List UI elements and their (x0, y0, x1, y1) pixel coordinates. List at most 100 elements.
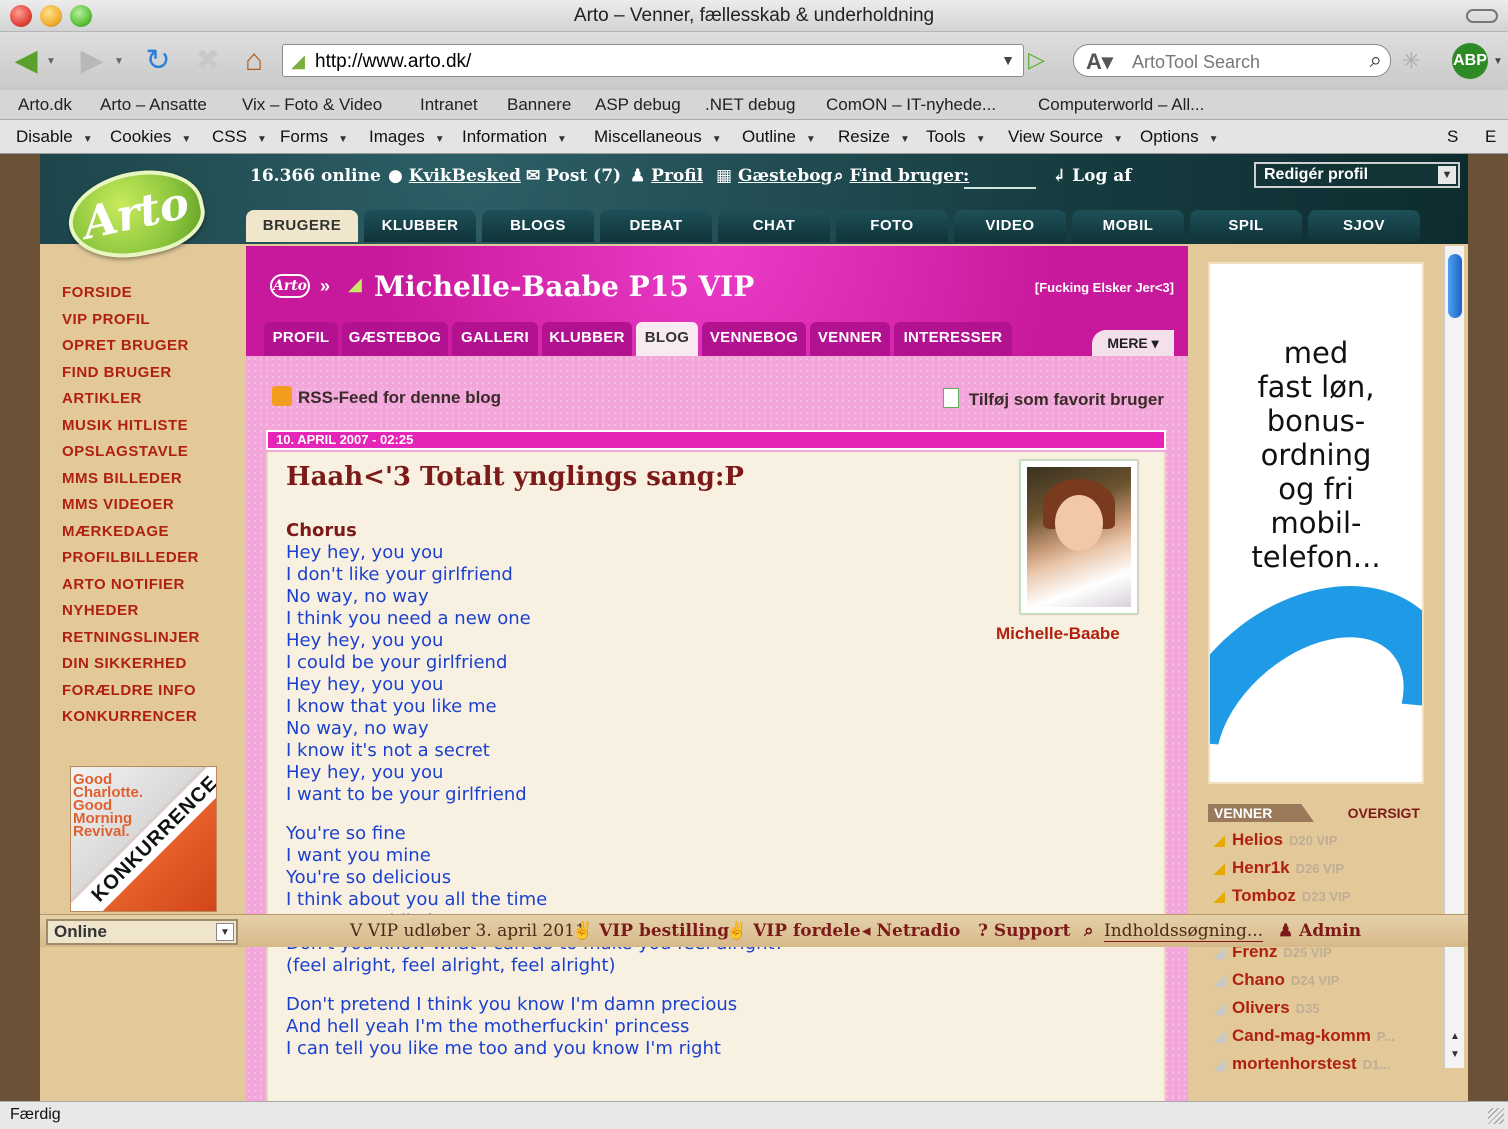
find-user-input[interactable] (964, 187, 1036, 189)
support-link[interactable]: ? Support (978, 921, 1070, 941)
bookmark-computerworld[interactable]: Computerworld – All... (1038, 95, 1204, 115)
konkurrence-promo-image[interactable]: Good Charlotte. Good Morning Revival. KO… (70, 766, 217, 912)
arto-small-logo[interactable]: Arto (270, 274, 310, 298)
url-bar[interactable]: ◢ http://www.arto.dk/ ▼ (282, 44, 1024, 77)
dev-menu-tools[interactable]: Tools ▼ (926, 127, 986, 147)
toolbar-toggle-button[interactable] (1466, 9, 1498, 23)
gaestebog-link[interactable]: ▦ Gæstebog (716, 166, 832, 186)
search-engine-icon[interactable]: A▾ (1086, 49, 1113, 75)
online-status-select[interactable]: Online ▼ (46, 919, 238, 945)
scrollbar-thumb[interactable] (1448, 254, 1462, 318)
author-name-link[interactable]: Michelle-Baabe (996, 624, 1120, 644)
friend-item[interactable]: ◢ Chano D24 VIP (1214, 970, 1339, 990)
dev-menu-disable[interactable]: Disable ▼ (16, 127, 93, 147)
tab-video[interactable]: VIDEO (954, 210, 1066, 242)
more-tabs-button[interactable]: MERE ▾ (1092, 330, 1174, 356)
log-af-link[interactable]: ↲ Log af (1052, 166, 1132, 186)
sidebar-item-din-sikkerhed[interactable]: DIN SIKKERHED (62, 655, 187, 672)
tab-foto[interactable]: FOTO (836, 210, 948, 242)
adblock-plus-icon[interactable]: ABP (1452, 43, 1488, 79)
friend-item[interactable]: ◢ Cand-mag-komm P... (1214, 1026, 1395, 1046)
profil-link[interactable]: ♟ Profil (630, 166, 703, 186)
rss-feed-link[interactable]: RSS-Feed for denne blog (272, 386, 501, 408)
bookmark-arto[interactable]: Arto.dk (18, 95, 72, 115)
post-link[interactable]: ✉ Post (7) (526, 166, 621, 186)
rediger-profil-select[interactable]: Redigér profil ▼ (1254, 162, 1460, 188)
dev-menu-miscellaneous[interactable]: Miscellaneous ▼ (594, 127, 722, 147)
dev-toolbar-s[interactable]: S (1447, 127, 1458, 147)
chevron-down-icon[interactable]: ▼ (1438, 166, 1456, 184)
sidebar-item-artikler[interactable]: ARTIKLER (62, 390, 142, 407)
tab-brugere[interactable]: BRUGERE (246, 210, 358, 242)
go-arrow-icon[interactable]: ▷ (1028, 46, 1054, 74)
dev-menu-resize[interactable]: Resize ▼ (838, 127, 910, 147)
tab-profil[interactable]: PROFIL (264, 322, 338, 356)
tab-chat[interactable]: CHAT (718, 210, 830, 242)
tab-spil[interactable]: SPIL (1190, 210, 1302, 242)
tab-klubber[interactable]: KLUBBER (364, 210, 476, 242)
bookmark-comon[interactable]: ComON – IT-nyhede... (826, 95, 996, 115)
tab-mobil[interactable]: MOBIL (1072, 210, 1184, 242)
search-icon[interactable]: ⌕ (1370, 47, 1382, 73)
resize-grip-icon[interactable] (1488, 1108, 1504, 1124)
forward-arrow-icon[interactable]: ▶ (74, 44, 110, 78)
sidebar-item-opslagstavle[interactable]: OPSLAGSTAVLE (62, 443, 188, 460)
sidebar-item-nyheder[interactable]: NYHEDER (62, 602, 139, 619)
sidebar-item-find-bruger[interactable]: FIND BRUGER (62, 364, 172, 381)
tab-sjov[interactable]: SJOV (1308, 210, 1420, 242)
tab-klubber-profile[interactable]: KLUBBER (542, 322, 632, 356)
vip-bestilling-link[interactable]: ✌ VIP bestilling (572, 921, 729, 941)
sidebar-item-mms-videoer[interactable]: MMS VIDEOER (62, 496, 174, 513)
search-field[interactable]: A▾ ArtoTool Search ⌕ (1073, 44, 1391, 77)
tab-galleri[interactable]: GALLERI (452, 322, 538, 356)
sidebar-item-maerkedage[interactable]: MÆRKEDAGE (62, 523, 169, 540)
chevron-down-icon[interactable]: ▼ (216, 923, 234, 941)
tab-gaestebog[interactable]: GÆSTEBOG (342, 322, 448, 356)
bookmark-net-debug[interactable]: .NET debug (705, 95, 795, 115)
dev-toolbar-e[interactable]: E (1485, 127, 1496, 147)
sidebar-item-konkurrencer[interactable]: KONKURRENCER (62, 708, 197, 725)
sidebar-item-foraeldre-info[interactable]: FORÆLDRE INFO (62, 682, 196, 699)
dev-menu-css[interactable]: CSS ▼ (212, 127, 267, 147)
bookmark-bannere[interactable]: Bannere (507, 95, 571, 115)
dev-menu-images[interactable]: Images ▼ (369, 127, 445, 147)
friend-item[interactable]: ◢ Henr1k D26 VIP (1214, 858, 1344, 878)
sidebar-item-vip-profil[interactable]: VIP PROFIL (62, 311, 150, 328)
back-arrow-icon[interactable]: ◀ (8, 44, 44, 78)
tab-debat[interactable]: DEBAT (600, 210, 712, 242)
tab-blog[interactable]: BLOG (636, 322, 698, 356)
sidebar-item-arto-notifier[interactable]: ARTO NOTIFIER (62, 576, 185, 593)
bookmark-arto-ansatte[interactable]: Arto – Ansatte (100, 95, 207, 115)
url-history-dropdown-icon[interactable]: ▼ (1001, 52, 1015, 68)
bookmark-vix[interactable]: Vix – Foto & Video (242, 95, 382, 115)
admin-link[interactable]: ♟ Admin (1278, 921, 1361, 941)
reload-icon[interactable]: ↻ (140, 44, 176, 78)
sidebar-item-mms-billeder[interactable]: MMS BILLEDER (62, 470, 182, 487)
tab-vennebog[interactable]: VENNEBOG (702, 322, 806, 356)
friend-item[interactable]: ◢ mortenhorstest D1... (1214, 1054, 1390, 1074)
netradio-link[interactable]: ◂ Netradio (862, 921, 960, 941)
tab-blogs[interactable]: BLOGS (482, 210, 594, 242)
tab-interesser[interactable]: INTERESSER (894, 322, 1012, 356)
content-search-input[interactable]: Indholdssøgning... (1104, 921, 1264, 942)
add-favorite-link[interactable]: Tilføj som favorit bruger (942, 388, 1164, 410)
sidebar-item-musik-hitliste[interactable]: MUSIK HITLISTE (62, 417, 188, 434)
dev-menu-cookies[interactable]: Cookies ▼ (110, 127, 191, 147)
scroll-down-arrow-icon[interactable]: ▼ (1450, 1049, 1460, 1060)
dev-menu-view-source[interactable]: View Source ▼ (1008, 127, 1123, 147)
author-avatar[interactable] (1020, 460, 1138, 614)
dev-menu-information[interactable]: Information ▼ (462, 127, 567, 147)
stop-icon[interactable]: ✖ (190, 44, 226, 78)
bookmark-intranet[interactable]: Intranet (420, 95, 478, 115)
sidebar-item-forside[interactable]: FORSIDE (62, 284, 132, 301)
adblock-menu-chevron-icon[interactable]: ▼ (1493, 56, 1503, 67)
url-text[interactable]: http://www.arto.dk/ (315, 51, 471, 73)
kvikbesked-link[interactable]: ● KvikBesked (388, 166, 521, 186)
advertisement[interactable]: med fast løn, bonus- ordning og fri mobi… (1208, 262, 1424, 784)
sidebar-item-retningslinjer[interactable]: RETNINGSLINJER (62, 629, 200, 646)
tab-venner[interactable]: VENNER (810, 322, 890, 356)
friends-overview-link[interactable]: OVERSIGT (1348, 804, 1420, 822)
home-icon[interactable]: ⌂ (236, 44, 272, 78)
search-placeholder[interactable]: ArtoTool Search (1132, 52, 1260, 73)
bookmark-asp-debug[interactable]: ASP debug (595, 95, 681, 115)
